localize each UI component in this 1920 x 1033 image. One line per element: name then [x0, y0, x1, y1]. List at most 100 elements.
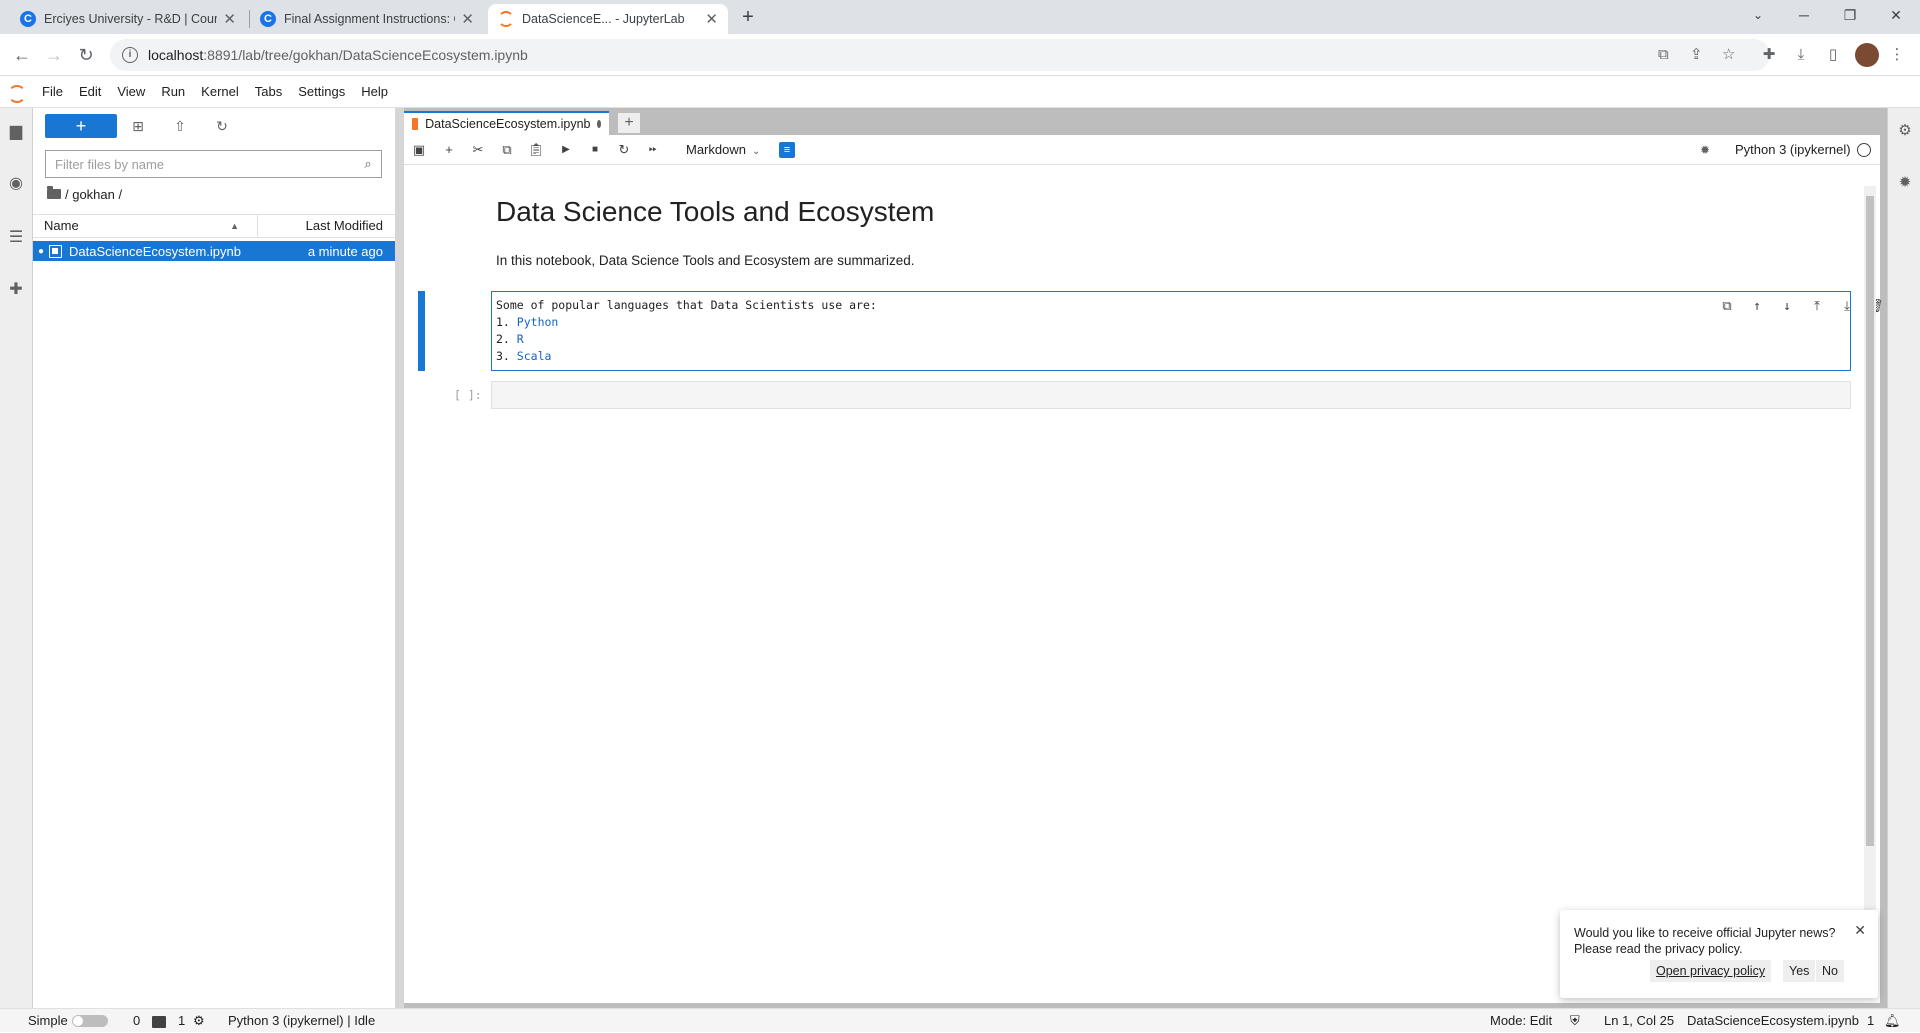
menu-edit[interactable]: Edit [71, 76, 109, 108]
close-icon[interactable]: ✕ [223, 10, 236, 28]
column-name[interactable]: Name ▲ [33, 215, 258, 237]
profile-avatar[interactable] [1855, 43, 1879, 67]
notification-text: Please read the privacy policy. [1574, 942, 1743, 956]
menu-tabs[interactable]: Tabs [247, 76, 290, 108]
insert-cell-icon[interactable]: + [438, 140, 460, 160]
move-down-icon[interactable]: ↓ [1776, 297, 1798, 317]
address-bar[interactable]: i localhost:8891/lab/tree/gokhan/DataSci… [110, 39, 1770, 71]
list-text: R [516, 332, 524, 346]
no-button[interactable]: No [1816, 960, 1844, 982]
terminal-count[interactable]: 0 [133, 1009, 140, 1033]
debugger-icon[interactable]: ✹ [1894, 172, 1916, 194]
restore-icon[interactable]: ❐ [1827, 0, 1873, 30]
url-path: :8891/lab/tree/gokhan/DataScienceEcosyst… [203, 47, 528, 63]
cell-type-select[interactable]: Markdown ⌄ [686, 140, 760, 160]
file-row[interactable]: ● DataScienceEcosystem.ipynb a minute ag… [33, 241, 395, 261]
tab-search-icon[interactable]: ⌄ [1735, 0, 1781, 30]
paste-icon[interactable]: 📋︎ [525, 140, 547, 160]
add-tab-button[interactable]: + [618, 113, 640, 133]
restart-run-all-icon[interactable]: ⏩︎ [642, 140, 664, 160]
stop-icon[interactable]: ■ [584, 140, 606, 160]
code-cell-editor[interactable] [491, 381, 1851, 409]
share-icon[interactable]: ⇪ [1690, 39, 1703, 71]
menu-file[interactable]: File [34, 76, 71, 108]
table-of-contents-icon[interactable]: ☰ [4, 226, 28, 250]
browser-tab-3-active[interactable]: DataScienceE... - JupyterLab ✕ [488, 4, 728, 34]
menu-help[interactable]: Help [353, 76, 396, 108]
tab-title: Erciyes University - R&D | Course [44, 12, 218, 26]
folder-icon[interactable]: ▆ [4, 120, 28, 144]
cursor-position[interactable]: Ln 1, Col 25 [1604, 1009, 1674, 1033]
cell-type-value: Markdown [686, 142, 746, 157]
kernel-count[interactable]: 1 [178, 1009, 185, 1033]
menu-run[interactable]: Run [153, 76, 193, 108]
upload-icon[interactable]: ⇧ [169, 116, 191, 136]
extension-manager-icon[interactable]: ✚ [4, 278, 28, 302]
unsaved-indicator-icon[interactable] [596, 120, 601, 128]
sidebar-splitter[interactable] [395, 108, 404, 1008]
kernel-name-button[interactable]: Python 3 (ipykernel) [1735, 140, 1851, 160]
menu-settings[interactable]: Settings [290, 76, 353, 108]
list-number: 2. [496, 332, 510, 346]
move-up-icon[interactable]: ↑ [1746, 297, 1768, 317]
site-info-icon[interactable]: i [122, 47, 138, 63]
copy-icon[interactable]: ⧉ [496, 140, 518, 160]
more-menu-icon[interactable]: ⋮ [1886, 44, 1908, 66]
bell-icon[interactable]: 🔔︎ [1884, 1009, 1901, 1033]
side-panel-icon[interactable]: ▯ [1822, 44, 1844, 66]
insert-above-icon[interactable]: ⤒ [1806, 297, 1828, 317]
running-sessions-icon[interactable]: ◉ [4, 172, 28, 196]
column-last-modified[interactable]: Last Modified [258, 215, 395, 237]
new-folder-icon[interactable]: ⊞ [127, 116, 149, 136]
notification-count[interactable]: 1 [1867, 1009, 1874, 1033]
simple-mode-toggle[interactable] [72, 1015, 108, 1027]
chevron-down-icon: ⌄ [751, 146, 761, 157]
trusted-icon[interactable]: ⛨ [1570, 1009, 1580, 1033]
open-privacy-policy-button[interactable]: Open privacy policy [1650, 960, 1772, 982]
refresh-icon[interactable]: ↻ [211, 116, 233, 136]
reload-icon[interactable]: ↻ [72, 41, 100, 69]
cut-icon[interactable]: ✂ [467, 140, 489, 160]
scrollbar-thumb[interactable] [1866, 196, 1874, 846]
new-tab-button[interactable]: + [736, 5, 760, 29]
coursera-icon [20, 11, 36, 27]
home-folder-icon[interactable] [47, 186, 61, 199]
duplicate-cell-icon[interactable]: ⧉ [1716, 297, 1738, 317]
restart-kernel-icon[interactable]: ↻ [613, 140, 635, 160]
new-launcher-button[interactable]: + [45, 114, 117, 138]
breadcrumb-path[interactable]: / gokhan / [65, 187, 122, 202]
file-list-header: Name ▲ Last Modified [33, 214, 395, 238]
menu-view[interactable]: View [109, 76, 153, 108]
notebook-list-icon[interactable]: ≡ [779, 142, 795, 158]
browser-tab-2[interactable]: Final Assignment Instructions: Cr ✕ [250, 4, 484, 34]
close-icon[interactable]: ✕ [1854, 922, 1866, 939]
back-icon[interactable]: ← [8, 41, 36, 69]
menu-kernel[interactable]: Kernel [193, 76, 247, 108]
notebook-scrollbar[interactable] [1864, 186, 1876, 966]
close-icon[interactable]: ✕ [461, 10, 474, 28]
tab-notebook[interactable]: DataScienceEcosystem.ipynb [404, 111, 609, 135]
file-modified: a minute ago [307, 243, 383, 259]
extensions-icon[interactable]: ✚ [1758, 44, 1780, 66]
close-icon[interactable]: ✕ [705, 10, 718, 28]
browser-tab-1[interactable]: Erciyes University - R&D | Course ✕ [10, 4, 246, 34]
property-inspector-icon[interactable]: ⚙ [1894, 120, 1916, 142]
download-icon[interactable]: ⤓ [1790, 44, 1812, 66]
markdown-cell-editor[interactable]: Some of popular languages that Data Scie… [491, 291, 1883, 371]
bookmark-star-icon[interactable]: ☆ [1722, 39, 1735, 71]
save-icon[interactable]: ▣ [408, 140, 430, 160]
window-close-icon[interactable]: ✕ [1873, 0, 1919, 30]
notebook-content[interactable]: Data Science Tools and Ecosystem In this… [404, 166, 1883, 1003]
markdown-paragraph: In this notebook, Data Science Tools and… [496, 253, 915, 268]
cell-collapser[interactable] [418, 291, 425, 371]
minimize-icon[interactable]: ─ [1781, 0, 1827, 30]
run-icon[interactable]: ▶ [555, 140, 577, 160]
debugger-icon[interactable]: ✹ [1700, 140, 1710, 160]
right-sidebar: ⚙ ✹ [1887, 108, 1920, 1008]
filter-files-input[interactable]: Filter files by name ⌕ [45, 150, 382, 178]
translate-icon[interactable]: ⧉ [1658, 39, 1669, 71]
forward-icon[interactable]: → [40, 41, 68, 69]
kernel-status-text[interactable]: Python 3 (ipykernel) | Idle [228, 1009, 375, 1033]
insert-below-icon[interactable]: ⤓ [1836, 297, 1858, 317]
yes-button[interactable]: Yes [1783, 960, 1816, 982]
